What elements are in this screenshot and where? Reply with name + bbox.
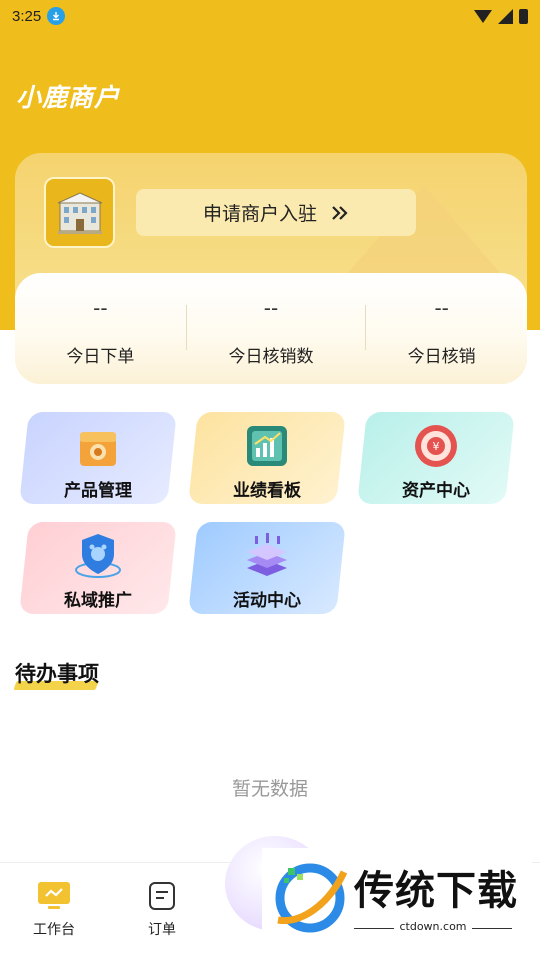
watermark: 传统下载 ctdown.com <box>262 848 532 940</box>
stat-label: 今日核销数 <box>228 347 314 367</box>
tile-label: 活动中心 <box>233 591 301 611</box>
tile-performance-board[interactable]: 业绩看板 <box>188 412 346 504</box>
order-icon <box>149 882 175 910</box>
svg-text:¥: ¥ <box>433 440 440 453</box>
apply-merchant-button[interactable]: 申请商户入驻 <box>136 189 416 236</box>
tile-asset-center[interactable]: ¥ 资产中心 <box>357 412 515 504</box>
tile-label: 业绩看板 <box>233 481 301 501</box>
apply-merchant-label: 申请商户入驻 <box>202 203 317 225</box>
today-stats: -- 今日下单 -- 今日核销数 -- 今日核销 <box>15 273 527 384</box>
promotion-shield-icon <box>75 534 121 578</box>
tab-workbench[interactable]: 工作台 <box>14 881 94 939</box>
tile-label: 资产中心 <box>402 481 470 501</box>
status-bar: 3:25 <box>0 0 540 32</box>
workbench-icon <box>38 882 70 909</box>
empty-state-text: 暂无数据 <box>231 778 308 800</box>
wifi-icon <box>474 9 492 23</box>
stat-label: 今日核销 <box>407 347 476 367</box>
stat-divider <box>365 305 367 350</box>
stat-label: 今日下单 <box>66 347 135 367</box>
watermark-url: ctdown.com <box>399 920 467 933</box>
watermark-logo-icon <box>275 863 348 933</box>
stat-redeem-count: -- 今日核销数 <box>185 273 357 384</box>
stat-value: -- <box>263 296 279 320</box>
tab-label: 订单 <box>148 922 176 938</box>
watermark-line <box>472 928 512 929</box>
building-icon <box>44 177 115 248</box>
activity-stack-icon <box>247 533 287 576</box>
signal-icon <box>498 8 513 24</box>
stat-redeem: -- 今日核销 <box>356 273 527 384</box>
battery-icon <box>519 8 528 24</box>
merchant-card: 申请商户入驻 -- 今日下单 -- 今日核销数 -- 今日核销 <box>15 153 527 384</box>
tile-private-promotion[interactable]: 私域推广 <box>19 522 177 614</box>
tile-label: 产品管理 <box>64 481 132 501</box>
status-time: 3:25 <box>12 7 42 25</box>
tab-orders[interactable]: 订单 <box>122 881 202 939</box>
stat-divider <box>185 305 187 350</box>
tile-label: 私域推广 <box>64 591 132 611</box>
todo-title: 待办事项 <box>15 662 99 686</box>
app-title: 小鹿商户 <box>16 83 121 112</box>
download-icon <box>47 7 66 25</box>
performance-board-icon <box>247 426 287 466</box>
stat-value: -- <box>93 296 108 320</box>
double-chevron-right-icon <box>332 205 348 220</box>
tile-activity-center[interactable]: 活动中心 <box>188 522 346 614</box>
asset-coin-icon: ¥ <box>415 425 457 467</box>
stat-value: -- <box>434 296 449 320</box>
watermark-text: 传统下载 <box>354 868 518 914</box>
stat-orders: -- 今日下单 <box>15 273 186 384</box>
product-box-icon <box>80 432 116 466</box>
tab-label: 工作台 <box>33 922 75 938</box>
tile-product-management[interactable]: 产品管理 <box>19 412 177 504</box>
